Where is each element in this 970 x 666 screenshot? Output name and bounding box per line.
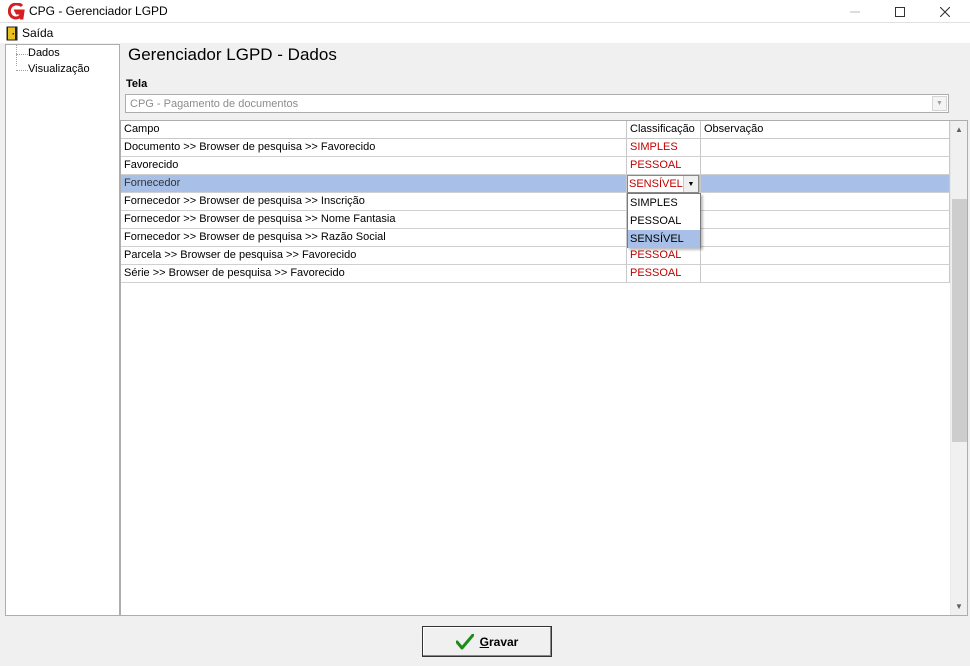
table-row[interactable]: Documento >> Browser de pesquisa >> Favo… bbox=[121, 139, 950, 157]
grid-header: Campo Classificação Observação bbox=[121, 121, 950, 139]
table-row-selected[interactable]: Fornecedor bbox=[121, 175, 950, 193]
cell-observacao[interactable] bbox=[701, 193, 950, 211]
exit-door-icon bbox=[6, 26, 18, 40]
table-row[interactable]: Favorecido PESSOAL bbox=[121, 157, 950, 175]
cell-classificacao[interactable]: PESSOAL bbox=[627, 157, 701, 175]
classificacao-editor[interactable]: SENSÍVEL ▼ bbox=[627, 175, 699, 193]
chevron-down-icon[interactable]: ▼ bbox=[683, 176, 698, 192]
cell-campo: Fornecedor bbox=[121, 175, 627, 193]
tree-item-label: Visualização bbox=[28, 63, 90, 75]
save-label: ravar bbox=[488, 634, 519, 649]
exit-menu-item[interactable]: Saída bbox=[6, 25, 53, 41]
tree-connector bbox=[16, 45, 17, 66]
column-header-campo[interactable]: Campo bbox=[121, 121, 627, 139]
column-header-classificacao[interactable]: Classificação bbox=[627, 121, 701, 139]
classificacao-dropdown: SIMPLES PESSOAL SENSÍVEL bbox=[627, 193, 701, 248]
column-header-observacao[interactable]: Observação bbox=[701, 121, 950, 139]
tela-label: Tela bbox=[126, 78, 148, 90]
cell-observacao[interactable] bbox=[701, 211, 950, 229]
classificacao-editor-value: SENSÍVEL bbox=[629, 178, 683, 190]
maximize-icon bbox=[894, 6, 905, 17]
table-row[interactable]: Fornecedor >> Browser de pesquisa >> Nom… bbox=[121, 211, 950, 229]
tela-select[interactable]: CPG - Pagamento de documentos ▼ bbox=[125, 94, 949, 113]
cell-observacao[interactable] bbox=[701, 175, 950, 193]
app-logo-icon bbox=[8, 3, 25, 20]
cell-campo: Documento >> Browser de pesquisa >> Favo… bbox=[121, 139, 627, 157]
tela-select-value: CPG - Pagamento de documentos bbox=[130, 98, 299, 110]
table-row[interactable]: Série >> Browser de pesquisa >> Favoreci… bbox=[121, 265, 950, 283]
cell-campo: Série >> Browser de pesquisa >> Favoreci… bbox=[121, 265, 627, 283]
checkmark-icon bbox=[455, 633, 474, 649]
table-row[interactable]: Fornecedor >> Browser de pesquisa >> Raz… bbox=[121, 229, 950, 247]
minimize-button[interactable] bbox=[832, 0, 877, 23]
cell-campo: Fornecedor >> Browser de pesquisa >> Raz… bbox=[121, 229, 627, 247]
dropdown-option-sensivel[interactable]: SENSÍVEL bbox=[628, 230, 700, 248]
close-icon bbox=[939, 6, 950, 17]
cell-observacao[interactable] bbox=[701, 265, 950, 283]
cell-observacao[interactable] bbox=[701, 139, 950, 157]
dropdown-option-pessoal[interactable]: PESSOAL bbox=[628, 212, 700, 230]
menu-bar: Saída bbox=[0, 23, 970, 43]
window-title: CPG - Gerenciador LGPD bbox=[29, 4, 168, 18]
save-label-mnemonic: G bbox=[479, 634, 489, 649]
cell-campo: Parcela >> Browser de pesquisa >> Favore… bbox=[121, 247, 627, 265]
cell-observacao[interactable] bbox=[701, 247, 950, 265]
table-row[interactable]: Fornecedor >> Browser de pesquisa >> Ins… bbox=[121, 193, 950, 211]
tree-item-label: Dados bbox=[28, 47, 60, 59]
cell-observacao[interactable] bbox=[701, 157, 950, 175]
cell-campo: Fornecedor >> Browser de pesquisa >> Nom… bbox=[121, 211, 627, 229]
table-row[interactable]: Parcela >> Browser de pesquisa >> Favore… bbox=[121, 247, 950, 265]
sidebar-tree: Dados Visualização bbox=[5, 44, 120, 616]
cell-classificacao[interactable]: PESSOAL bbox=[627, 265, 701, 283]
cell-observacao[interactable] bbox=[701, 229, 950, 247]
scroll-up-icon[interactable]: ▲ bbox=[951, 121, 967, 138]
dropdown-option-simples[interactable]: SIMPLES bbox=[628, 194, 700, 212]
scroll-down-icon[interactable]: ▼ bbox=[951, 598, 967, 615]
scrollbar-thumb[interactable] bbox=[952, 199, 967, 442]
title-bar: CPG - Gerenciador LGPD bbox=[0, 0, 970, 23]
cell-campo: Favorecido bbox=[121, 157, 627, 175]
maximize-button[interactable] bbox=[877, 0, 922, 23]
page-title: Gerenciador LGPD - Dados bbox=[128, 45, 337, 64]
fields-grid: Campo Classificação Observação Documento… bbox=[120, 120, 968, 616]
cell-campo: Fornecedor >> Browser de pesquisa >> Ins… bbox=[121, 193, 627, 211]
save-button[interactable]: Gravar bbox=[422, 626, 552, 657]
vertical-scrollbar[interactable]: ▲ ▼ bbox=[950, 121, 967, 615]
chevron-down-icon[interactable]: ▼ bbox=[932, 96, 947, 111]
cell-classificacao[interactable]: SIMPLES bbox=[627, 139, 701, 157]
exit-label: Saída bbox=[22, 26, 54, 40]
cell-classificacao[interactable]: PESSOAL bbox=[627, 247, 701, 265]
minimize-icon bbox=[849, 11, 860, 12]
close-button[interactable] bbox=[922, 0, 967, 23]
